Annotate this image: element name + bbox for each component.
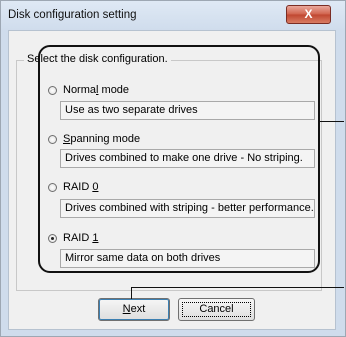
radio-label-spanning: Spanning mode	[63, 133, 141, 145]
description-spanning: Drives combined to make one drive - No s…	[60, 149, 315, 168]
groupbox-label: Select the disk configuration.	[24, 53, 171, 65]
title-bar[interactable]: Disk configuration setting X	[1, 1, 345, 29]
next-button[interactable]: Next	[98, 298, 170, 321]
radio-label-normal: Normal mode	[63, 84, 130, 96]
annotation-next-pointer-horizontal	[131, 287, 344, 288]
description-raid0: Drives combined with striping - better p…	[60, 199, 315, 218]
description-raid1: Mirror same data on both drives	[60, 249, 315, 268]
radio-button-raid1[interactable]	[48, 234, 57, 243]
description-normal: Use as two separate drives	[60, 101, 315, 120]
close-icon: X	[304, 7, 313, 21]
focus-rectangle	[182, 302, 251, 317]
window-title: Disk configuration setting	[8, 9, 137, 21]
radio-button-spanning[interactable]	[48, 135, 57, 144]
annotation-leader-line	[320, 121, 344, 122]
radio-button-normal[interactable]	[48, 86, 57, 95]
close-button[interactable]: X	[286, 5, 331, 24]
cancel-button[interactable]: Cancel	[178, 298, 255, 321]
radio-button-raid0[interactable]	[48, 183, 57, 192]
annotation-next-pointer-vertical	[131, 287, 132, 299]
radio-label-raid0: RAID 0	[63, 181, 99, 193]
radio-label-raid1: RAID 1	[63, 232, 99, 244]
